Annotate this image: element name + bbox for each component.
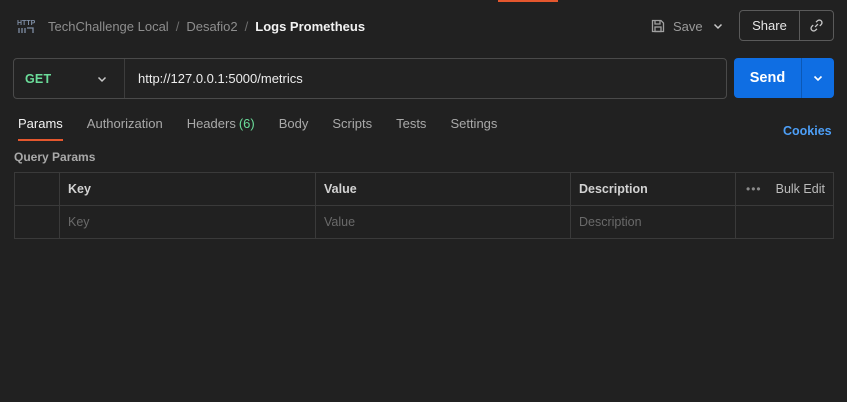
row-checkbox-cell xyxy=(15,206,60,238)
save-options-button[interactable] xyxy=(706,12,730,40)
param-description-input[interactable] xyxy=(579,215,735,229)
copy-link-button[interactable] xyxy=(800,11,833,40)
description-column-header: Description xyxy=(571,173,736,205)
description-cell xyxy=(571,206,736,238)
method-select[interactable]: GET xyxy=(14,59,125,98)
breadcrumb-separator: / xyxy=(244,18,249,34)
link-icon xyxy=(810,19,823,32)
param-key-input[interactable] xyxy=(68,215,315,229)
save-icon xyxy=(650,18,666,34)
send-button[interactable]: Send xyxy=(734,58,801,98)
breadcrumb-workspace[interactable]: TechChallenge Local xyxy=(48,19,169,34)
bulk-edit-cell: ••• Bulk Edit xyxy=(736,173,833,205)
tab-params[interactable]: Params xyxy=(18,114,63,141)
share-controls: Share xyxy=(739,10,834,41)
bulk-edit-button[interactable]: ••• Bulk Edit xyxy=(744,182,825,196)
tab-tests[interactable]: Tests xyxy=(396,114,426,141)
tab-scripts[interactable]: Scripts xyxy=(332,114,372,141)
key-column-header: Key xyxy=(60,173,316,205)
bulk-edit-label: Bulk Edit xyxy=(775,182,825,196)
query-params-table: Key Value Description ••• Bulk Edit xyxy=(14,172,834,239)
share-button[interactable]: Share xyxy=(740,11,800,40)
headers-count: (6) xyxy=(238,116,255,131)
breadcrumb-separator: / xyxy=(175,18,180,34)
chevron-down-icon xyxy=(713,23,723,30)
table-row xyxy=(15,206,833,238)
value-cell xyxy=(316,206,571,238)
request-tabs: Params Authorization Headers (6) Body Scr… xyxy=(18,114,521,141)
empty-cell xyxy=(736,206,833,238)
tab-settings[interactable]: Settings xyxy=(450,114,497,141)
cookies-link[interactable]: Cookies xyxy=(783,124,832,138)
http-request-icon: HTTP xyxy=(17,17,36,35)
request-name[interactable]: Logs Prometheus xyxy=(255,19,365,34)
value-column-header: Value xyxy=(316,173,571,205)
breadcrumb: TechChallenge Local / Desafio2 / Logs Pr… xyxy=(48,17,365,35)
breadcrumb-collection[interactable]: Desafio2 xyxy=(186,19,237,34)
request-url-bar: GET xyxy=(13,58,727,99)
save-button[interactable]: Save xyxy=(646,12,704,40)
app-root: HTTP TechChallenge Local / Desafio2 / Lo… xyxy=(0,0,847,402)
table-header-row: Key Value Description ••• Bulk Edit xyxy=(15,173,833,206)
request-header: HTTP TechChallenge Local / Desafio2 / Lo… xyxy=(0,0,847,52)
url-input[interactable] xyxy=(125,59,726,98)
send-controls: Send xyxy=(734,58,834,98)
key-cell xyxy=(60,206,316,238)
save-label: Save xyxy=(673,18,703,34)
send-options-button[interactable] xyxy=(802,58,834,98)
chevron-down-icon xyxy=(813,75,823,82)
tab-headers[interactable]: Headers (6) xyxy=(187,114,255,141)
checkbox-column-header xyxy=(15,173,60,205)
svg-text:HTTP: HTTP xyxy=(17,20,35,27)
tab-headers-label: Headers xyxy=(186,116,236,131)
param-value-input[interactable] xyxy=(324,215,570,229)
tab-body[interactable]: Body xyxy=(279,114,309,141)
tab-authorization[interactable]: Authorization xyxy=(87,114,163,141)
chevron-down-icon xyxy=(97,76,107,82)
method-label: GET xyxy=(25,71,52,86)
query-params-title: Query Params xyxy=(14,150,96,164)
more-options-icon[interactable]: ••• xyxy=(746,182,762,196)
